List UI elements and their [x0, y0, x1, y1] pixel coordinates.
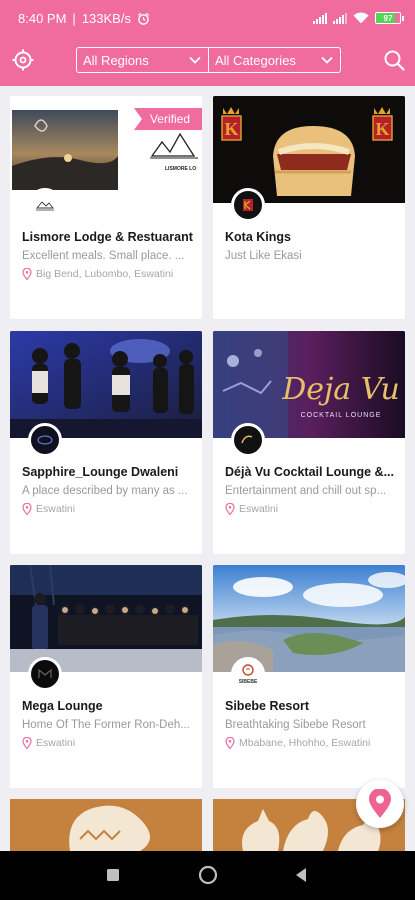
wifi-icon	[353, 12, 369, 24]
chevron-down-icon	[189, 56, 201, 64]
locate-icon[interactable]	[12, 49, 34, 71]
listing-card[interactable]: Sapphire_Lounge Dwaleni A place describe…	[10, 331, 202, 554]
listing-name: Lismore Lodge & Restuarant	[22, 230, 193, 244]
status-time: 8:40 PM	[18, 10, 67, 26]
category-filter-label: All Categories	[215, 52, 296, 68]
battery-icon: 97	[375, 12, 404, 24]
listing-location: Eswatini	[225, 503, 400, 515]
listing-description: Excellent meals. Small place. ...	[22, 250, 185, 262]
filter-group: All Regions All Categories	[76, 47, 341, 73]
map-fab-button[interactable]	[356, 780, 404, 828]
listing-name: Déjà Vu Cocktail Lounge &...	[225, 465, 395, 479]
signal-2-icon	[333, 12, 347, 24]
verified-badge: Verified	[133, 108, 202, 130]
map-pin-icon	[369, 789, 391, 818]
listing-name: Mega Lounge	[22, 699, 103, 713]
listing-location-text: Mbabane, Hhohho, Eswatini	[239, 737, 371, 749]
listing-location: Big Bend, Lubombo, Eswatini	[22, 268, 197, 280]
dejavu-sub-text: COCKTAIL LOUNGE	[301, 412, 382, 419]
listing-location-text: Eswatini	[36, 737, 76, 749]
location-pin-icon	[22, 737, 32, 749]
listing-name: Sapphire_Lounge Dwaleni	[22, 465, 179, 479]
listing-card[interactable]: LISMORE LO Verified Lismore Lodge & Rest…	[10, 96, 202, 319]
listing-location: Eswatini	[22, 503, 197, 515]
listing-logo	[28, 423, 62, 457]
recent-apps-icon[interactable]	[105, 867, 121, 883]
region-filter-label: All Regions	[83, 52, 149, 68]
home-icon[interactable]	[198, 865, 218, 885]
listing-logo	[28, 657, 62, 691]
location-pin-icon	[22, 503, 32, 515]
listing-card[interactable]: Mega Lounge Home Of The Former Ron-Deh..…	[10, 565, 202, 788]
listing-location: Mbabane, Hhohho, Eswatini	[225, 737, 400, 749]
listing-card[interactable]: SIBEBE Sibebe Resort Breathtaking Sibebe…	[213, 565, 405, 788]
svg-text:K: K	[375, 119, 389, 139]
listing-description: Just Like Ekasi	[225, 250, 302, 262]
listing-description: Breathtaking Sibebe Resort	[225, 719, 366, 731]
search-icon[interactable]	[383, 49, 405, 71]
listing-location-text: Big Bend, Lubombo, Eswatini	[36, 268, 174, 280]
listing-logo: SIBEBE	[231, 657, 265, 691]
kota-letter: K	[224, 119, 238, 139]
lismore-logo-text: LISMORE LO	[165, 166, 196, 172]
listing-location: Eswatini	[22, 737, 197, 749]
listing-image	[10, 331, 202, 438]
app-bar: All Regions All Categories	[0, 36, 415, 86]
listing-description: A place described by many as ...	[22, 485, 188, 497]
listing-image: Deja Vu COCKTAIL LOUNGE	[213, 331, 405, 438]
alarm-icon	[137, 12, 149, 25]
listing-location-text: Eswatini	[239, 503, 279, 515]
listing-logo	[231, 188, 265, 222]
listing-image: K K	[213, 96, 405, 203]
dejavu-script-text: Deja Vu	[281, 372, 400, 407]
listing-logo	[28, 188, 62, 222]
listing-logo	[231, 423, 265, 457]
location-pin-icon	[225, 737, 235, 749]
listing-card-partial[interactable]	[10, 799, 202, 851]
listing-card[interactable]: K K Kota Kings Just Like Ekasi	[213, 96, 405, 319]
system-nav-bar	[0, 851, 415, 900]
location-pin-icon	[22, 268, 32, 280]
category-filter-dropdown[interactable]: All Categories	[208, 48, 340, 72]
region-filter-dropdown[interactable]: All Regions	[77, 48, 208, 72]
listing-description: Home Of The Former Ron-Deh...	[22, 719, 190, 731]
back-icon[interactable]	[294, 867, 308, 883]
listing-card[interactable]: Deja Vu COCKTAIL LOUNGE Déjà Vu Cocktail…	[213, 331, 405, 554]
listing-description: Entertainment and chill out sp...	[225, 485, 387, 497]
signal-icon	[313, 12, 327, 24]
listing-image	[10, 565, 202, 672]
listing-name: Sibebe Resort	[225, 699, 310, 713]
listing-location-text: Eswatini	[36, 503, 76, 515]
sibebe-logo-text: SIBEBE	[239, 679, 258, 685]
status-bar: 8:40 PM | 133KB/s 97	[0, 0, 415, 36]
status-network-speed: 133KB/s	[81, 10, 131, 26]
location-pin-icon	[225, 503, 235, 515]
chevron-down-icon	[321, 56, 333, 64]
listing-image	[213, 565, 405, 672]
listing-name: Kota Kings	[225, 230, 291, 244]
